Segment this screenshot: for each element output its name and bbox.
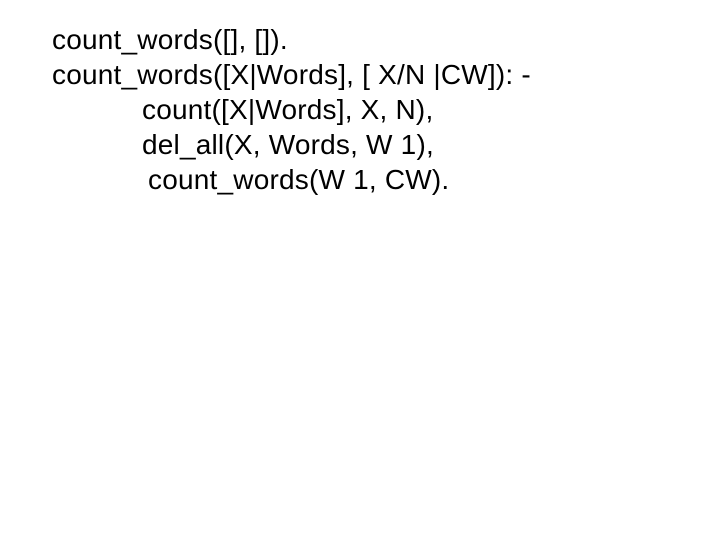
code-block: count_words([], []). count_words([X|Word… (0, 0, 720, 197)
code-line-2: count_words([X|Words], [ X/N |CW]): - (52, 57, 720, 92)
code-line-5: count_words(W 1, CW). (52, 162, 720, 197)
code-line-4: del_all(X, Words, W 1), (52, 127, 720, 162)
code-line-3: count([X|Words], X, N), (52, 92, 720, 127)
code-line-1: count_words([], []). (52, 22, 720, 57)
